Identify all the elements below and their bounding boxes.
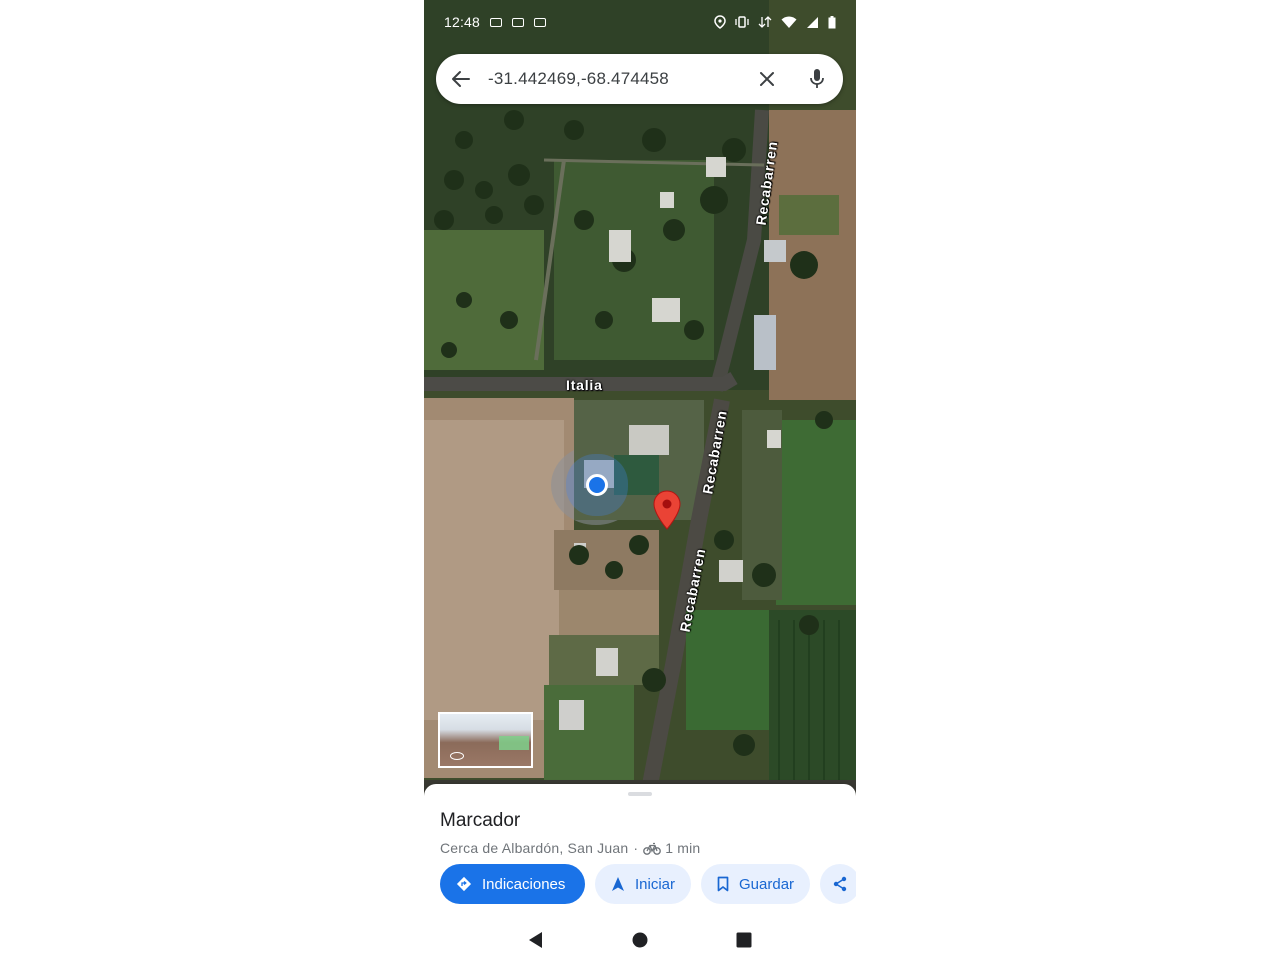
ring-icon: [534, 17, 547, 27]
travel-time: 1 min: [665, 840, 701, 856]
place-title: Marcador: [440, 810, 521, 831]
directions-icon: [456, 876, 472, 892]
red-pin-marker[interactable]: [653, 490, 681, 530]
back-arrow-icon[interactable]: [450, 68, 472, 90]
action-chips: Indicaciones Iniciar Guardar: [440, 864, 856, 904]
clear-icon[interactable]: [755, 67, 779, 91]
directions-label: Indicaciones: [482, 875, 566, 893]
start-label: Iniciar: [635, 875, 676, 893]
save-button[interactable]: Guardar: [701, 864, 811, 904]
ring-icon: [490, 17, 503, 27]
satellite-imagery: [424, 0, 856, 800]
subtitle-separator: ·: [633, 840, 639, 856]
wifi-icon: [781, 16, 797, 28]
mic-icon[interactable]: [805, 67, 829, 91]
street-view-thumbnail[interactable]: [438, 712, 533, 768]
status-icons: [714, 15, 836, 29]
street-view-foliage: [499, 736, 529, 750]
search-bar[interactable]: -31.442469,-68.474458: [436, 54, 843, 104]
battery-icon: [828, 15, 836, 28]
place-subtitle: Cerca de Albardón, San Juan · 1 min: [440, 840, 700, 856]
start-button[interactable]: Iniciar: [595, 864, 692, 904]
bookmark-icon: [717, 876, 729, 892]
nav-home-icon[interactable]: [630, 930, 650, 950]
share-icon: [832, 876, 848, 892]
status-bar: 12:48: [424, 0, 856, 44]
current-location-dot: [586, 474, 608, 496]
ring-icon: [512, 17, 525, 27]
directions-button[interactable]: Indicaciones: [440, 864, 585, 904]
nav-back-icon[interactable]: [526, 930, 546, 950]
share-button[interactable]: [820, 864, 856, 904]
data-icon: [758, 16, 772, 28]
status-time: 12:48: [444, 14, 481, 30]
search-query[interactable]: -31.442469,-68.474458: [488, 69, 755, 89]
bike-icon: [643, 842, 662, 855]
phone-screen: Recabarren Italia Recabarren Recabarren …: [424, 0, 856, 960]
satellite-map[interactable]: Recabarren Italia Recabarren Recabarren: [424, 0, 856, 800]
street-view-360-icon: [450, 752, 464, 760]
nav-recents-icon[interactable]: [734, 930, 754, 950]
street-label-italia: Italia: [566, 377, 603, 393]
signal-icon: [807, 16, 818, 28]
place-location: Cerca de Albardón, San Juan: [440, 840, 629, 856]
sheet-drag-handle[interactable]: [628, 792, 652, 796]
place-sheet[interactable]: Marcador Cerca de Albardón, San Juan · 1…: [424, 784, 856, 920]
navigation-arrow-icon: [611, 876, 625, 892]
save-label: Guardar: [739, 875, 795, 893]
location-icon: [714, 15, 726, 29]
vibrate-icon: [735, 16, 749, 28]
system-nav-bar: [424, 920, 856, 960]
